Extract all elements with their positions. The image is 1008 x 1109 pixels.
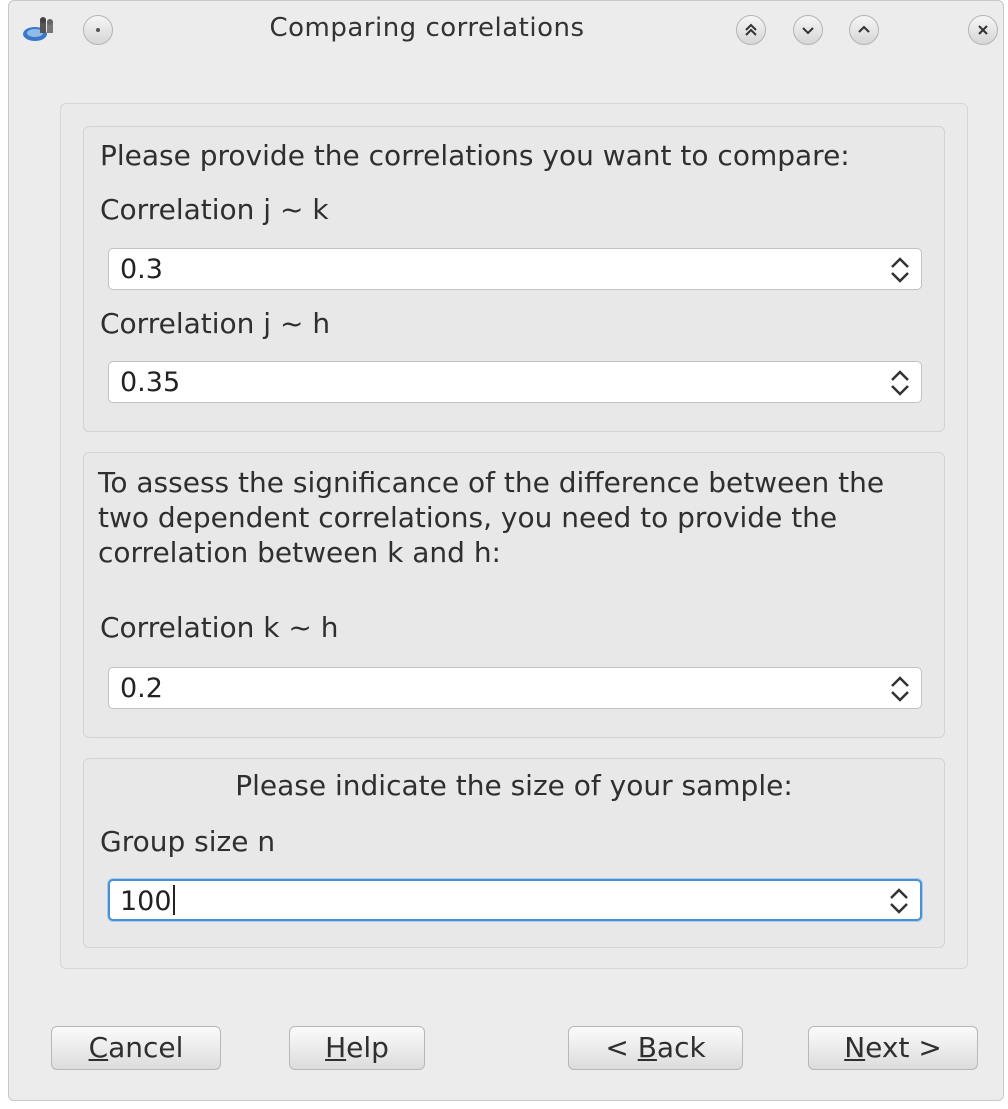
cancel-mnemonic: C	[88, 1031, 109, 1064]
correlation-jk-value[interactable]: 0.3	[120, 254, 163, 285]
cancel-button[interactable]: Cancel	[51, 1026, 221, 1070]
group-size-spinbox[interactable]: 100	[108, 879, 922, 921]
correlations-heading: Please provide the correlations you want…	[100, 139, 850, 172]
keep-above-icon[interactable]	[736, 15, 766, 45]
correlation-kh-spinbox[interactable]: 0.2	[108, 667, 922, 709]
group-size-value-wrap[interactable]: 100	[120, 885, 175, 917]
sample-size-group: Please indicate the size of your sample:…	[83, 758, 945, 948]
correlation-kh-label: Correlation k ~ h	[100, 611, 339, 644]
correlation-jh-value[interactable]: 0.35	[120, 367, 180, 398]
correlation-jk-label: Correlation j ~ k	[100, 193, 329, 226]
title-bar: Comparing correlations	[9, 1, 1003, 63]
cancel-label: ancel	[108, 1031, 184, 1064]
sample-size-heading: Please indicate the size of your sample:	[235, 769, 793, 802]
correlation-jh-spinbox[interactable]: 0.35	[108, 361, 922, 403]
back-label: ack	[656, 1031, 706, 1064]
spin-arrows-icon[interactable]	[887, 886, 911, 916]
correlations-group: Please provide the correlations you want…	[83, 126, 945, 432]
group-size-value[interactable]: 100	[120, 886, 172, 917]
correlation-jh-label: Correlation j ~ h	[100, 307, 331, 340]
back-mnemonic: B	[637, 1031, 657, 1064]
spin-arrows-icon[interactable]	[888, 255, 912, 285]
next-mnemonic: N	[844, 1031, 866, 1064]
back-prefix: <	[605, 1031, 638, 1064]
help-button[interactable]: Help	[289, 1026, 425, 1070]
help-mnemonic: H	[325, 1031, 347, 1064]
dependent-correlation-text: To assess the significance of the differ…	[98, 466, 885, 569]
help-label: elp	[346, 1031, 389, 1064]
spin-arrows-icon[interactable]	[888, 368, 912, 398]
spin-arrows-icon[interactable]	[888, 674, 912, 704]
wizard-page: Please provide the correlations you want…	[60, 103, 968, 969]
dependent-correlation-group: To assess the significance of the differ…	[83, 452, 945, 738]
maximize-icon[interactable]	[849, 15, 879, 45]
correlation-jk-spinbox[interactable]: 0.3	[108, 248, 922, 290]
window-title: Comparing correlations	[269, 13, 585, 43]
next-button[interactable]: Next >	[808, 1026, 978, 1070]
group-size-label: Group size n	[100, 825, 276, 858]
next-label: ext >	[865, 1031, 942, 1064]
text-caret	[172, 885, 175, 915]
dialog-window: Comparing correlations Please provide th…	[8, 0, 1004, 1101]
close-icon[interactable]	[968, 15, 998, 45]
minimize-icon[interactable]	[793, 15, 823, 45]
back-button[interactable]: < Back	[568, 1026, 743, 1070]
correlation-kh-value[interactable]: 0.2	[120, 673, 163, 704]
